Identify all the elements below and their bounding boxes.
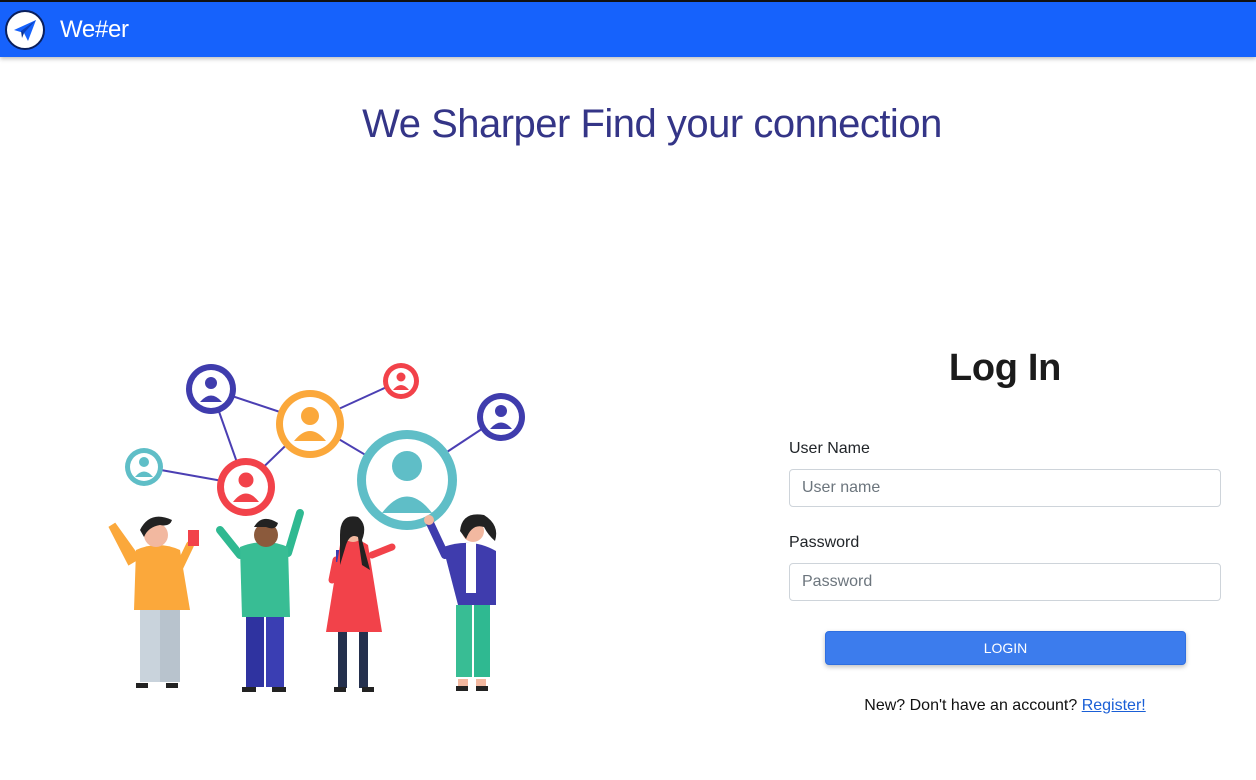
page-tagline: We Sharper Find your connection — [362, 102, 942, 146]
register-link[interactable]: Register! — [1082, 697, 1146, 714]
username-label: User Name — [789, 440, 870, 457]
password-input[interactable] — [789, 563, 1221, 601]
login-button[interactable]: LOGIN — [825, 631, 1186, 665]
paper-plane-icon[interactable] — [5, 9, 45, 50]
register-prompt: New? Don't have an account? Register! — [789, 697, 1221, 715]
top-navbar: We#er — [0, 0, 1256, 57]
register-prompt-text: New? Don't have an account? — [864, 697, 1078, 714]
password-label: Password — [789, 534, 860, 551]
username-input[interactable] — [789, 469, 1221, 507]
login-form: Log In User Name Password LOGIN New? Don… — [789, 340, 1221, 714]
brand-name[interactable]: We#er — [60, 16, 129, 44]
people-network-illustration — [100, 355, 540, 700]
login-title: Log In — [948, 347, 1062, 389]
